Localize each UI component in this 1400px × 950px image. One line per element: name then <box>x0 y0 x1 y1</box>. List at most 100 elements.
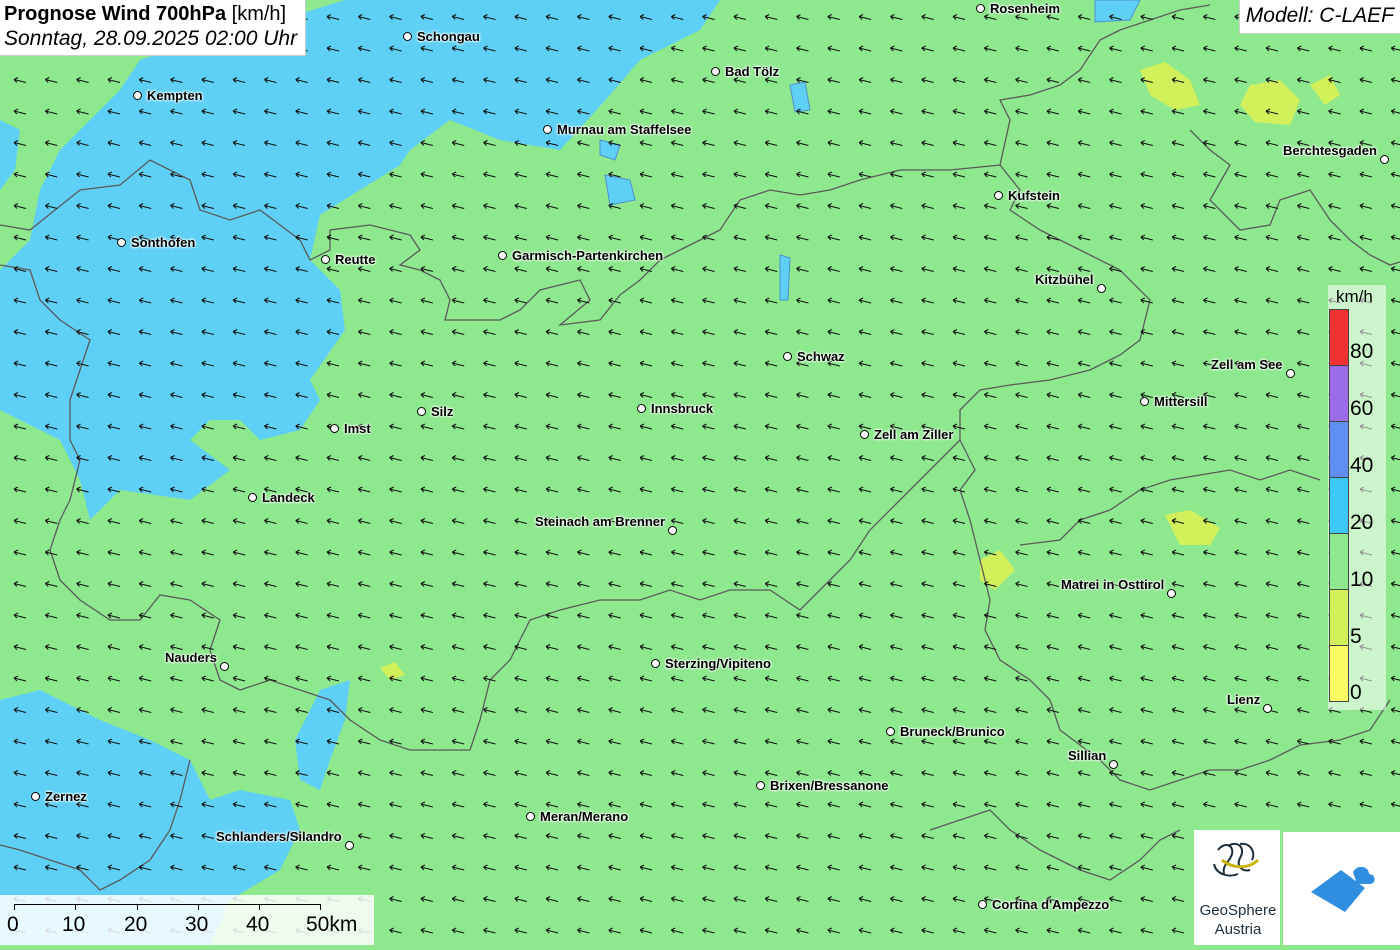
legend-label: 40 <box>1350 454 1374 477</box>
legend-swatch <box>1329 645 1349 702</box>
city-label: Sonthofen <box>131 235 196 250</box>
city-label: Bad Tölz <box>725 64 780 79</box>
city-marker <box>220 662 229 671</box>
city-marker <box>886 727 895 736</box>
city-marker <box>1140 397 1149 406</box>
legend-label: 20 <box>1350 511 1374 534</box>
city-marker <box>417 407 426 416</box>
legend-swatch <box>1329 589 1349 646</box>
geosphere-emblem-icon <box>1213 842 1260 877</box>
partner-logo[interactable] <box>1283 832 1400 945</box>
title-unit: [km/h] <box>231 3 287 25</box>
city-label: Berchtesgaden <box>1283 143 1377 158</box>
city-label: Murnau am Staffelsee <box>557 122 692 137</box>
scale-label: 30 <box>185 913 209 936</box>
city-label: Sillian <box>1068 748 1107 763</box>
city-label: Meran/Merano <box>540 809 629 824</box>
city-label: Innsbruck <box>651 401 714 416</box>
city-marker <box>1380 155 1389 164</box>
scale-tick <box>320 904 321 910</box>
scale-tick <box>75 904 76 910</box>
legend-swatch <box>1329 421 1349 478</box>
legend-label: 80 <box>1350 340 1374 363</box>
scale-tick <box>259 904 260 910</box>
map-datetime: Sonntag, 28.09.2025 02:00 Uhr <box>4 27 298 50</box>
city-marker <box>668 526 677 535</box>
city-label: Matrei in Osttirol <box>1061 577 1165 592</box>
legend-unit: km/h <box>1336 287 1373 306</box>
city-marker <box>1097 284 1106 293</box>
scale-label: 10 <box>62 913 86 936</box>
city-label: Lienz <box>1227 692 1261 707</box>
wind-map <box>0 0 1400 945</box>
city-marker <box>994 191 1003 200</box>
map-title: Prognose Wind 700hPa [km/h] <box>4 3 297 26</box>
city-label: Silz <box>431 404 454 419</box>
legend-label: 5 <box>1350 625 1362 648</box>
city-marker <box>330 424 339 433</box>
legend-label: 0 <box>1350 681 1362 704</box>
city-label: Rosenheim <box>990 1 1061 16</box>
logo-country: Austria <box>1214 921 1262 938</box>
scale-tick <box>198 904 199 910</box>
legend-swatch <box>1329 533 1349 590</box>
city-label: Kufstein <box>1008 188 1060 203</box>
city-marker <box>651 659 660 668</box>
city-label: Schlanders/Silandro <box>216 829 342 844</box>
city-marker <box>1263 704 1272 713</box>
city-label: Schongau <box>417 29 480 44</box>
city-label: Garmisch-Partenkirchen <box>512 248 664 263</box>
city-marker <box>345 841 354 850</box>
city-marker <box>543 125 552 134</box>
scale-bar-line <box>14 904 320 905</box>
title-box: Prognose Wind 700hPa [km/h] Sonntag, 28.… <box>0 0 307 56</box>
city-label: Cortina d'Ampezzo <box>992 897 1110 912</box>
scale-label: 20 <box>124 913 148 936</box>
city-label: Mittersill <box>1154 394 1208 409</box>
city-marker <box>976 4 985 13</box>
city-marker <box>637 404 646 413</box>
scale-tick <box>137 904 138 910</box>
legend-label: 10 <box>1350 568 1374 591</box>
title-main: Prognose Wind 700hPa <box>4 3 227 25</box>
city-marker <box>783 352 792 361</box>
city-marker <box>498 251 507 260</box>
city-marker <box>117 238 126 247</box>
city-label: Steinach am Brenner <box>535 514 666 529</box>
city-marker <box>133 91 142 100</box>
legend-color-bar <box>1329 309 1349 702</box>
city-marker <box>860 430 869 439</box>
scale-label: 40 <box>246 913 270 936</box>
legend-label: 60 <box>1350 397 1374 420</box>
city-marker <box>321 255 330 264</box>
cloud-arrow-icon <box>1311 866 1375 912</box>
city-marker <box>1286 369 1295 378</box>
city-label: Reutte <box>335 252 376 267</box>
city-label: Kempten <box>147 88 203 103</box>
city-marker <box>978 900 987 909</box>
model-label: Modell: C-LAEF <box>1238 0 1400 34</box>
city-label: Zernez <box>45 789 87 804</box>
logo-name: GeoSphere <box>1199 902 1277 919</box>
city-label: Kitzbühel <box>1035 272 1094 287</box>
city-label: Imst <box>344 421 371 436</box>
city-label: Sterzing/Vipiteno <box>665 656 771 671</box>
city-label: Nauders <box>165 650 218 665</box>
city-marker <box>756 781 765 790</box>
city-label: Bruneck/Brunico <box>900 724 1005 739</box>
scale-label: 0 <box>7 913 19 936</box>
legend-swatch <box>1329 477 1349 534</box>
city-marker <box>526 812 535 821</box>
city-marker <box>248 493 257 502</box>
city-label: Landeck <box>262 490 315 505</box>
city-label: Zell am See <box>1211 357 1283 372</box>
city-marker <box>1109 760 1118 769</box>
city-marker <box>31 792 40 801</box>
scale-tick <box>14 904 15 910</box>
city-marker <box>1167 589 1176 598</box>
legend-swatch <box>1329 365 1349 422</box>
legend-swatch <box>1329 309 1349 366</box>
city-label: Zell am Ziller <box>874 427 954 442</box>
city-label: Brixen/Bressanone <box>770 778 889 793</box>
city-label: Schwaz <box>797 349 845 364</box>
